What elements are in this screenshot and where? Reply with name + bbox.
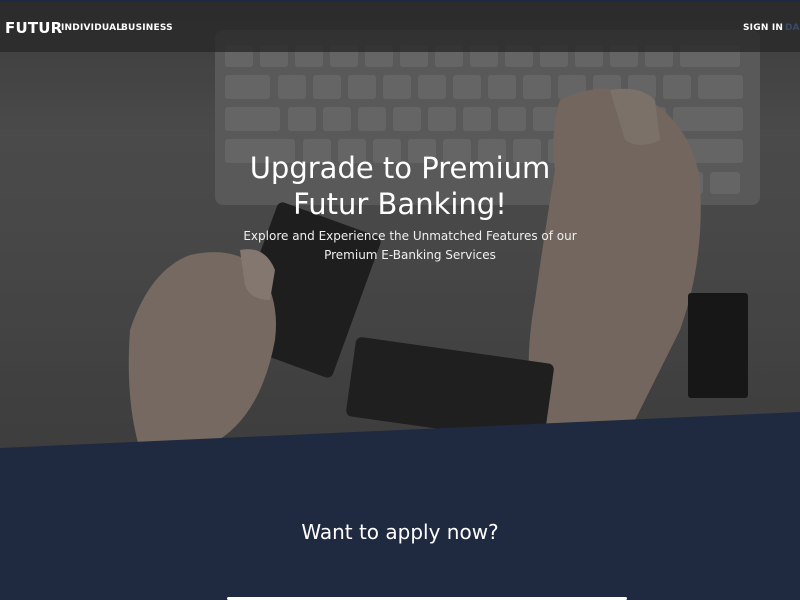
apply-heading: Want to apply now? xyxy=(301,520,499,544)
top-navbar: FUTUR INDIVIDUAL BUSINESS SIGN IN DA xyxy=(0,0,800,52)
nav-extra-link[interactable]: DA xyxy=(785,23,799,33)
hero-title-line2: Futur Banking! xyxy=(293,187,507,221)
brand-logo[interactable]: FUTUR xyxy=(5,19,62,37)
hero-title-line1: Upgrade to Premium xyxy=(249,151,551,185)
sign-in-link[interactable]: SIGN IN xyxy=(743,23,783,33)
nav-link-business[interactable]: BUSINESS xyxy=(121,23,173,33)
hero-subtitle: Explore and Experience the Unmatched Fea… xyxy=(243,229,577,262)
hero-section: Upgrade to Premium Futur Banking! Explor… xyxy=(0,0,800,450)
hero-overlay xyxy=(0,0,800,450)
nav-link-individual[interactable]: INDIVIDUAL xyxy=(61,23,122,33)
hero-title: Upgrade to Premium Futur Banking! xyxy=(0,150,800,222)
section-divider xyxy=(0,412,800,460)
